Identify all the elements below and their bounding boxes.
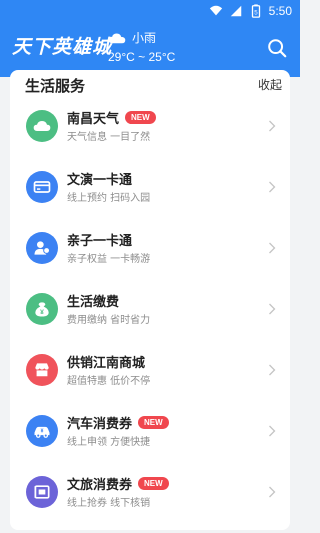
new-badge: NEW bbox=[138, 416, 169, 429]
travel-coupon-icon bbox=[26, 476, 58, 508]
weather-description: 小雨 bbox=[132, 31, 157, 45]
service-description: 线上预约 扫码入园 bbox=[67, 193, 151, 204]
status-bar: 5 5:50 bbox=[0, 0, 300, 22]
service-description: 线上申领 方便快捷 bbox=[67, 437, 151, 448]
chevron-right-icon bbox=[269, 425, 276, 437]
service-name: 文旅消费券 bbox=[67, 478, 133, 493]
service-name: 南昌天气 bbox=[67, 112, 120, 127]
service-name: 汽车消费券 bbox=[67, 417, 133, 432]
weather-temperature: 29°C ~ 25°C bbox=[108, 50, 176, 64]
header-bar: 天下英雄城 小雨 29°C ~ 25°C bbox=[0, 22, 300, 77]
service-name: 亲子一卡通 bbox=[67, 234, 133, 249]
chevron-right-icon bbox=[269, 486, 276, 498]
chevron-right-icon bbox=[269, 181, 276, 193]
chevron-right-icon bbox=[269, 303, 276, 315]
chevron-right-icon bbox=[269, 242, 276, 254]
cloud-icon bbox=[108, 33, 126, 43]
battery-icon: 5 bbox=[251, 4, 260, 18]
service-description: 亲子权益 一卡畅游 bbox=[67, 254, 151, 265]
section-title: 生活服务 bbox=[25, 77, 86, 95]
signal-icon bbox=[230, 5, 241, 17]
collapse-button[interactable]: 收起 bbox=[258, 76, 282, 93]
weather-cloud-icon bbox=[26, 110, 58, 142]
chevron-right-icon bbox=[269, 120, 276, 132]
service-description: 超值特惠 低价不停 bbox=[67, 376, 151, 387]
shop-icon bbox=[26, 354, 58, 386]
service-item-family-card[interactable]: 亲子一卡通 亲子权益 一卡畅游 bbox=[10, 218, 290, 279]
app-screen: 5 5:50 天下英雄城 小雨 29°C ~ 25°C 生活服务 收起 南昌天气… bbox=[0, 0, 300, 533]
service-description: 天气信息 一目了然 bbox=[67, 132, 151, 143]
car-coupon-icon: ¥ bbox=[26, 415, 58, 447]
service-item-car-coupon[interactable]: ¥ 汽车消费券 NEW 线上申领 方便快捷 bbox=[10, 401, 290, 462]
weather-widget[interactable]: 小雨 29°C ~ 25°C bbox=[108, 29, 175, 64]
service-name: 生活缴费 bbox=[67, 295, 120, 310]
life-services-card: 生活服务 收起 南昌天气 NEW 天气信息 一目了然 文演一卡通 线上预约 扫码… bbox=[10, 70, 290, 530]
search-icon[interactable] bbox=[266, 37, 288, 59]
service-item-culture-card[interactable]: 文演一卡通 线上预约 扫码入园 bbox=[10, 157, 290, 218]
service-description: 费用缴纳 省时省力 bbox=[67, 315, 151, 326]
parent-child-icon bbox=[26, 232, 58, 264]
svg-text:¥: ¥ bbox=[40, 309, 44, 316]
app-logo: 天下英雄城 bbox=[12, 36, 113, 58]
service-item-weather[interactable]: 南昌天气 NEW 天气信息 一目了然 bbox=[10, 96, 290, 157]
service-item-mall[interactable]: 供销江南商城 超值特惠 低价不停 bbox=[10, 340, 290, 401]
new-badge: NEW bbox=[138, 477, 169, 490]
new-badge: NEW bbox=[125, 111, 156, 124]
svg-text:¥: ¥ bbox=[41, 429, 44, 435]
service-description: 线上抢券 线下核销 bbox=[67, 498, 151, 509]
service-item-bill-payment[interactable]: ¥ 生活缴费 费用缴纳 省时省力 bbox=[10, 279, 290, 340]
card-icon bbox=[26, 171, 58, 203]
status-time: 5:50 bbox=[268, 4, 292, 18]
battery-level: 5 bbox=[254, 10, 258, 17]
service-list: 南昌天气 NEW 天气信息 一目了然 文演一卡通 线上预约 扫码入园 亲子一卡通… bbox=[10, 96, 290, 523]
service-name: 供销江南商城 bbox=[67, 356, 146, 371]
payment-icon: ¥ bbox=[26, 293, 58, 325]
wifi-icon bbox=[209, 5, 222, 16]
service-name: 文演一卡通 bbox=[67, 173, 133, 188]
service-item-travel-coupon[interactable]: 文旅消费券 NEW 线上抢券 线下核销 bbox=[10, 462, 290, 523]
chevron-right-icon bbox=[269, 364, 276, 376]
